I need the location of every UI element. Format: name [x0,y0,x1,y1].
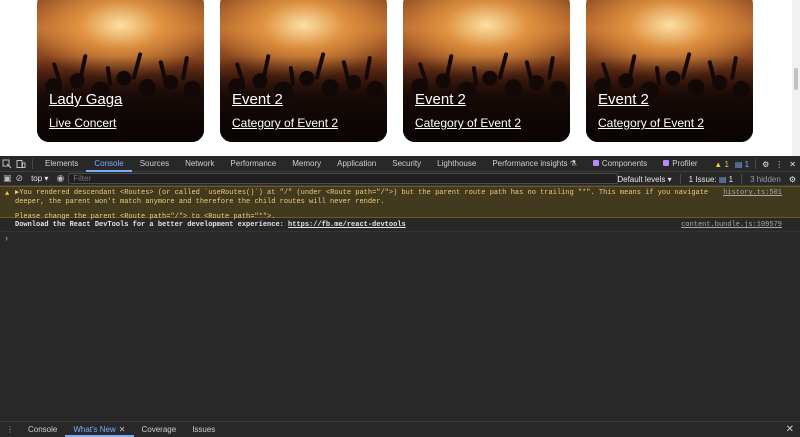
close-tab-icon[interactable]: ✕ [119,425,126,434]
event-card-subtitle[interactable]: Category of Event 2 [415,116,521,130]
tab-network[interactable]: Network [177,156,222,172]
devtools-tabbar: Elements Console Sources Network Perform… [0,156,800,172]
tab-console[interactable]: Console [86,156,132,172]
more-options-icon[interactable]: ⋮ [775,160,783,169]
page-scrollbar-thumb[interactable] [794,68,798,90]
devtools-panel: Elements Console Sources Network Perform… [0,156,800,437]
screen: Lady Gaga Live Concert Event 2 Category … [0,0,800,437]
settings-gear-icon[interactable]: ⚙ [762,160,769,169]
flask-icon: ⚗ [569,158,577,168]
device-toggle-icon[interactable] [14,157,28,171]
tab-components[interactable]: Components [585,156,655,172]
log-levels-label: Default levels [617,174,666,184]
react-icon [592,160,599,167]
event-card-list: Lady Gaga Live Concert Event 2 Category … [37,0,753,142]
tab-performance-insights[interactable]: Performance insights ⚗ [484,156,585,172]
console-settings-gear-icon[interactable]: ⚙ [789,175,796,184]
event-card[interactable]: Lady Gaga Live Concert [37,0,204,142]
react-icon [663,160,670,167]
filterbar-right: Default levels ▾ 1 Issue: ▤ 1 3 hidden ⚙ [617,172,796,186]
drawer-menu-icon[interactable]: ⋮ [0,425,20,434]
close-devtools-icon[interactable]: ✕ [789,160,796,169]
filter-input[interactable] [68,173,619,184]
tab-security[interactable]: Security [384,156,429,172]
event-card[interactable]: Event 2 Category of Event 2 [220,0,387,142]
context-label: top [31,174,43,183]
sidebar-toggle-icon[interactable]: ▣ [3,173,12,184]
event-card[interactable]: Event 2 Category of Event 2 [586,0,753,142]
event-card-title[interactable]: Event 2 [232,91,283,108]
info-count: 1 [744,159,750,169]
drawer-tab-issues[interactable]: Issues [184,422,223,437]
log-levels-dropdown[interactable]: Default levels ▾ [617,175,671,184]
info-count-badge[interactable]: ▤ 1 [735,160,749,169]
hidden-count: 3 hidden [750,174,781,184]
tab-application[interactable]: Application [329,156,384,172]
event-card-title[interactable]: Event 2 [598,91,649,108]
event-card-subtitle[interactable]: Category of Event 2 [232,116,338,130]
event-card-subtitle[interactable]: Category of Event 2 [598,116,704,130]
issues-label: 1 Issue: [688,174,717,184]
inspect-element-icon[interactable] [0,157,14,171]
tab-performance-insights-label: Performance insights [492,158,568,168]
warning-count-badge[interactable]: ▲ 1 [714,160,729,169]
close-drawer-icon[interactable]: ✕ [786,424,794,435]
drawer-tab-console[interactable]: Console [20,422,65,437]
warning-triangle-icon: ▲ [5,190,10,198]
tab-performance[interactable]: Performance [222,156,284,172]
devtools-toolbar-right: ▲ 1 ▤ 1 ⚙ ⋮ ✕ [714,156,796,172]
clear-console-icon[interactable]: ⊘ [16,173,24,184]
tab-lighthouse[interactable]: Lighthouse [429,156,484,172]
issues-count: 1 [728,174,734,184]
drawer-tab-coverage[interactable]: Coverage [134,422,185,437]
drawer-tab-whats-new[interactable]: What's New ✕ [65,422,134,437]
event-card-subtitle[interactable]: Live Concert [49,116,116,130]
log-text: Download the React DevTools for a better… [15,221,289,229]
context-selector[interactable]: top ▾ [27,174,52,183]
console-warning-message[interactable]: ▲ ▶You rendered descendant <Routes> (or … [0,186,800,221]
event-card-title[interactable]: Event 2 [415,91,466,108]
drawer-tab-whats-new-label: What's New [73,425,116,434]
log-source-link[interactable]: content.bundle.js:109579 [681,220,782,230]
tab-elements[interactable]: Elements [37,156,86,172]
issues-info-icon: ▤ [718,174,727,184]
warning-count: 1 [724,159,729,169]
tab-sources[interactable]: Sources [132,156,177,172]
react-devtools-link[interactable]: https://fb.me/react-devtools [288,221,406,229]
console-log-message: Download the React DevTools for a better… [0,218,800,232]
issues-counter[interactable]: 1 Issue: ▤ 1 [689,175,734,184]
tab-memory[interactable]: Memory [284,156,329,172]
tab-profiler[interactable]: Profiler [655,156,705,172]
tab-profiler-label: Profiler [672,158,698,168]
devtools-drawer: ⋮ Console What's New ✕ Coverage Issues ✕ [0,421,800,437]
page-scrollbar[interactable] [792,0,800,156]
warning-source-link[interactable]: history.ts:501 [723,189,782,198]
event-card[interactable]: Event 2 Category of Event 2 [403,0,570,142]
event-card-title[interactable]: Lady Gaga [49,91,122,108]
page-viewport: Lady Gaga Live Concert Event 2 Category … [0,0,800,156]
warning-text: ▶You rendered descendant <Routes> (or ca… [15,189,709,206]
live-expression-eye-icon[interactable]: ◉ [56,173,64,184]
tab-components-label: Components [601,158,648,168]
console-filterbar: ▣ ⊘ top ▾ ◉ Default levels ▾ 1 Issue: ▤ … [0,172,800,186]
console-prompt[interactable]: › [0,232,800,244]
